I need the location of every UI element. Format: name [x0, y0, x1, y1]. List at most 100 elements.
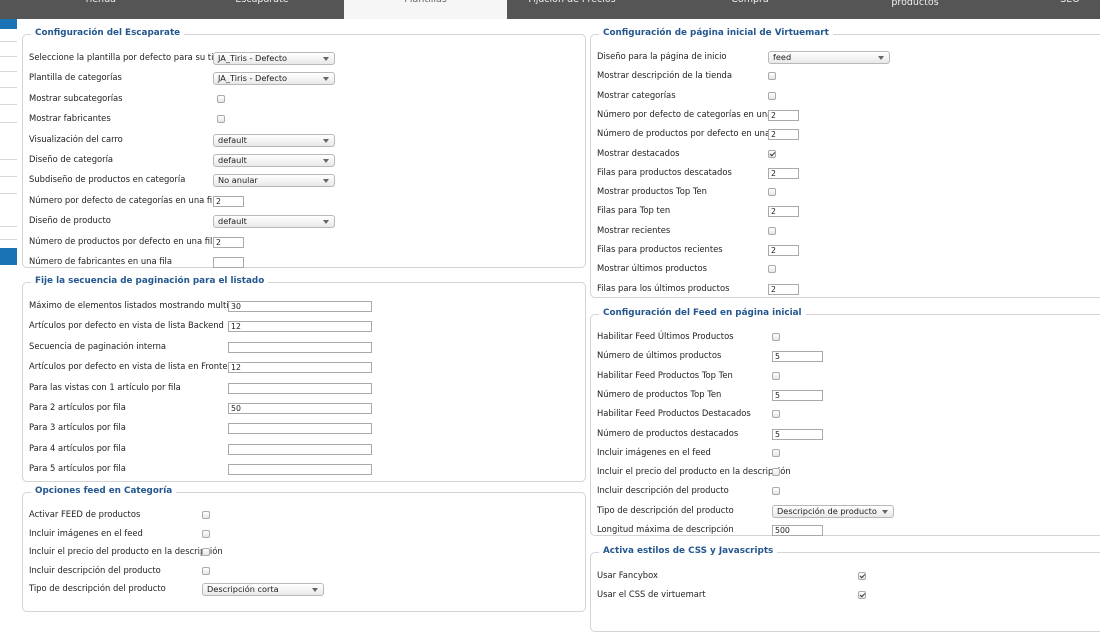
select-dropdown[interactable]: Descripción de producto: [772, 504, 894, 518]
checkbox[interactable]: [217, 94, 225, 103]
checkbox[interactable]: [768, 72, 776, 81]
field-label: Filas para los últimos productos: [597, 282, 730, 293]
field-label: Número de fabricantes en una fila: [29, 256, 173, 266]
field-label: Filas para productos recientes: [597, 244, 723, 254]
sidebar-accent[interactable]: [0, 19, 17, 29]
text-input[interactable]: [228, 382, 372, 394]
tab-label: SEO: [1040, 0, 1100, 6]
field-label: Número por defecto de categorías en una …: [29, 194, 220, 205]
select-dropdown[interactable]: JA_Tiris - Defecto: [213, 72, 335, 86]
select-value: Descripción de producto: [777, 505, 877, 516]
text-input[interactable]: [228, 341, 372, 353]
field-label: Número de productos por defecto en una f…: [29, 235, 218, 246]
checkbox[interactable]: [772, 410, 780, 419]
checkbox[interactable]: [772, 333, 780, 341]
text-input[interactable]: 12: [228, 362, 372, 374]
checkbox[interactable]: [202, 566, 210, 575]
text-input[interactable]: [228, 443, 372, 455]
checkbox[interactable]: [772, 371, 780, 380]
fieldset-legend: Fije la secuencia de paginación para el …: [31, 276, 269, 286]
checkbox[interactable]: [858, 572, 866, 580]
text-input[interactable]: [213, 257, 244, 268]
checkbox[interactable]: [768, 91, 776, 100]
text-input[interactable]: 12: [228, 321, 372, 333]
checkbox[interactable]: [768, 226, 776, 235]
field-label: Plantilla de categorías: [29, 72, 122, 83]
field-label: Diseño de producto: [29, 215, 111, 226]
field-label: Incluir descripción del producto: [29, 564, 161, 575]
checkbox[interactable]: [202, 529, 210, 538]
fieldset-css: Activa estilos de CSS y Javascripts Usar …: [590, 546, 1100, 632]
checkbox[interactable]: [768, 188, 776, 197]
select-dropdown[interactable]: Descripción corta: [202, 583, 324, 597]
text-input[interactable]: 2: [768, 109, 799, 121]
text-input[interactable]: 2: [213, 236, 244, 248]
chevron-down-icon: [323, 159, 329, 163]
text-input[interactable]: [228, 464, 372, 476]
field-label: Número de productos Top Ten: [597, 388, 722, 399]
chevron-down-icon: [323, 138, 329, 143]
checkbox[interactable]: [202, 548, 210, 557]
text-input[interactable]: 50: [228, 403, 372, 414]
field-label: Número de productos por defecto en una f…: [597, 128, 786, 139]
field-label: Mostrar subcategorías: [29, 92, 123, 103]
text-input[interactable]: 5: [772, 389, 823, 401]
text-input[interactable]: [228, 423, 372, 435]
select-dropdown[interactable]: default: [213, 133, 335, 147]
text-input[interactable]: 2: [768, 283, 799, 295]
text-input[interactable]: 2: [768, 167, 799, 179]
field-label: Habilitar Feed Productos Top Ten: [597, 369, 733, 380]
field-label: Diseño de categoría: [29, 154, 114, 164]
text-input[interactable]: 2: [768, 129, 799, 141]
select-dropdown[interactable]: No anular: [213, 174, 335, 188]
tab-seo[interactable]: SEO: [1040, 0, 1100, 19]
field-label: Filas para productos descatados: [597, 166, 732, 177]
checkbox[interactable]: [202, 511, 210, 519]
checkbox[interactable]: [772, 468, 780, 477]
tab-escaparate[interactable]: Escaparate: [180, 0, 344, 19]
text-input[interactable]: 5: [772, 351, 823, 363]
field-label: Número por defecto de categorías en una …: [597, 108, 788, 119]
field-label: Tipo de descripción del producto: [597, 504, 734, 515]
chevron-down-icon: [878, 56, 884, 60]
select-dropdown[interactable]: JA_Tiris - Defecto: [213, 52, 335, 65]
field-label: Activar FEED de productos: [29, 509, 141, 519]
field-label: Usar Fancybox: [597, 570, 658, 580]
select-dropdown[interactable]: feed: [768, 51, 890, 64]
text-input[interactable]: 30: [228, 301, 372, 312]
select-dropdown[interactable]: default: [213, 154, 335, 167]
field-label: Máximo de elementos listados mostrando m…: [29, 300, 255, 310]
tab-tienda[interactable]: Tienda: [0, 0, 200, 19]
text-input[interactable]: 500: [772, 525, 823, 536]
tab-compra[interactable]: Compra: [680, 0, 820, 19]
field-label: Mostrar últimos productos: [597, 263, 707, 274]
field-label: Habilitar Feed Últimos Productos: [597, 331, 734, 341]
select-dropdown[interactable]: default: [213, 215, 335, 229]
checkbox[interactable]: [768, 149, 776, 158]
text-input[interactable]: 5: [772, 428, 823, 440]
fieldset-inicio: Configuración de página inicial de Virtu…: [590, 28, 1100, 298]
text-input[interactable]: 2: [213, 195, 244, 207]
field-label: Incluir el precio del producto en la des…: [597, 466, 791, 477]
checkbox[interactable]: [858, 590, 866, 599]
checkbox[interactable]: [768, 265, 776, 274]
tab-plantillas[interactable]: Plantillas: [344, 0, 507, 19]
select-value: default: [218, 134, 247, 145]
text-input[interactable]: 2: [768, 206, 799, 218]
tab-label: Configuración del orden de productos: [891, 0, 939, 8]
field-label: Número de últimos productos: [597, 350, 722, 361]
text-input[interactable]: 2: [768, 245, 799, 256]
field-label: Incluir imágenes en el feed: [29, 527, 143, 538]
tab-bar: TiendaEscaparatePlantillasFijación de Pr…: [0, 0, 1100, 19]
field-label: Para 3 artículos por fila: [29, 422, 126, 433]
tab-fijaci-n-de-precios[interactable]: Fijación de Precios: [507, 0, 637, 19]
tab-configuraci-n-del-orden-de-productos[interactable]: Configuración del orden de productos: [832, 0, 998, 19]
checkbox[interactable]: [217, 115, 225, 124]
checkbox[interactable]: [772, 487, 780, 496]
sidebar-accent[interactable]: [0, 248, 17, 265]
tab-label: Tienda: [0, 0, 200, 6]
field-label: Seleccione la plantilla por defecto para…: [29, 52, 235, 62]
field-label: Diseño para la página de inicio: [597, 51, 727, 61]
field-label: Longitud máxima de descripción: [597, 524, 734, 534]
checkbox[interactable]: [772, 448, 780, 457]
